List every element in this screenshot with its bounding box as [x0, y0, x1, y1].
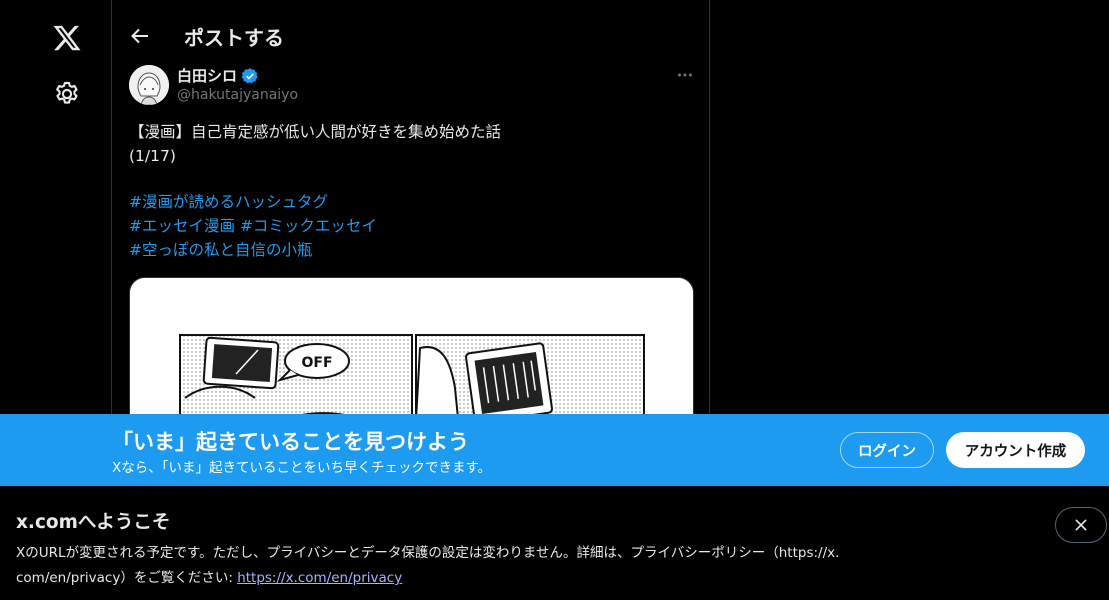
post-text: 【漫画】自己肯定感が低い人間が好きを集め始めた話 (1/17) #漫画が読めるハ… — [129, 120, 689, 262]
avatar[interactable] — [129, 65, 169, 105]
author-name[interactable]: 白田シロ — [177, 65, 237, 86]
post-text-line: 【漫画】自己肯定感が低い人間が好きを集め始めた話 — [129, 123, 502, 141]
banner-title: 「いま」起きていることを見つけよう — [112, 430, 469, 454]
hashtag-link[interactable]: #空っぽの私と自信の小瓶 — [129, 241, 313, 259]
notice-body: XのURLが変更される予定です。ただし、プライバシーとデータ保護の設定は変わりま… — [16, 541, 876, 591]
privacy-link[interactable]: https://x.com/en/privacy — [237, 570, 402, 586]
avatar-illustration — [129, 65, 169, 105]
hashtag-link[interactable]: #漫画が読めるハッシュタグ — [129, 193, 328, 211]
hashtag-link[interactable]: #エッセイ漫画 — [129, 217, 235, 235]
notice-title: x.comへようこそ — [16, 512, 171, 533]
login-button[interactable]: ログイン — [840, 432, 934, 468]
post-text-gap — [129, 168, 689, 190]
back-arrow-icon[interactable] — [128, 24, 152, 48]
welcome-notice: x.comへようこそ XのURLが変更される予定です。ただし、プライバシーとデー… — [0, 486, 1109, 600]
post-media-image[interactable]: OFF — [129, 277, 694, 437]
manga-sfx-text: OFF — [301, 355, 332, 371]
notice-body-line: XのURLが変更される予定です。ただし、プライバシーとデータ保護の設定は変わりま… — [16, 545, 840, 561]
signup-banner: 「いま」起きていることを見つけよう Xなら、「いま」起きていることをいち早くチェ… — [0, 414, 1109, 486]
author-handle[interactable]: @hakutajyanaiyo — [177, 87, 298, 103]
x-logo-icon[interactable] — [52, 23, 82, 53]
banner-subtitle: Xなら、「いま」起きていることをいち早くチェックできます。 — [112, 460, 492, 476]
create-account-button[interactable]: アカウント作成 — [946, 432, 1085, 468]
close-icon — [1075, 519, 1087, 531]
close-button[interactable] — [1055, 507, 1107, 543]
author-row: 白田シロ — [177, 65, 259, 86]
post-header: ポストする — [112, 0, 711, 72]
post-text-line: (1/17) — [129, 147, 176, 165]
gear-icon[interactable] — [53, 80, 81, 108]
hashtag-link[interactable]: #コミックエッセイ — [240, 217, 377, 235]
notice-body-line: com/en/privacy）をご覧ください: — [16, 570, 238, 586]
page-title: ポストする — [184, 26, 284, 50]
verified-badge-icon — [241, 67, 258, 83]
more-options-icon[interactable] — [674, 64, 696, 86]
